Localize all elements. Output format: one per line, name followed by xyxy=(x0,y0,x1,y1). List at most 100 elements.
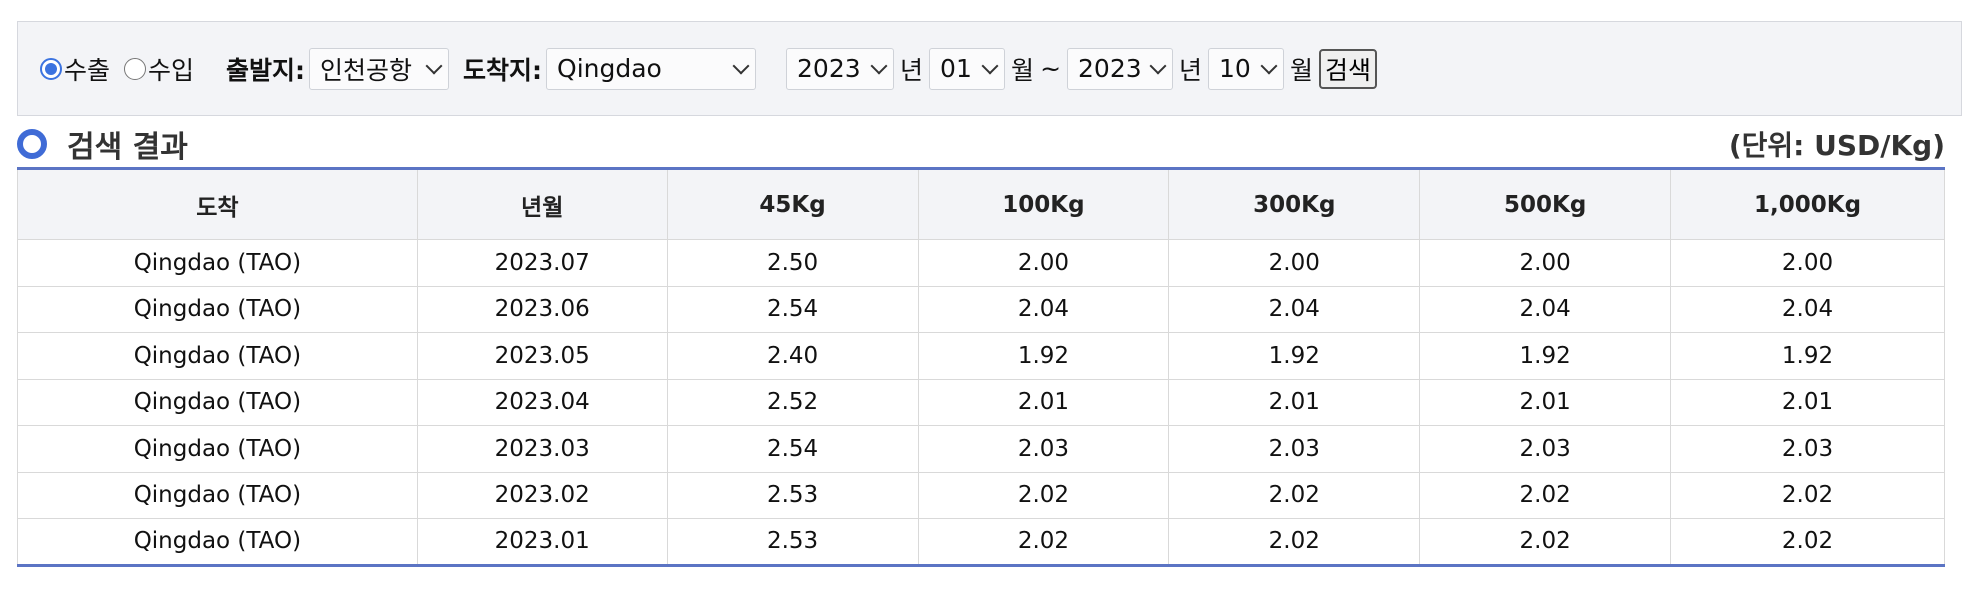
table-row: Qingdao (TAO) 2023.04 2.52 2.01 2.01 2.0… xyxy=(17,378,1945,426)
table-cell: 2.00 xyxy=(1168,239,1421,287)
table-cell: 1.92 xyxy=(917,332,1170,380)
destination-select[interactable]: Qingdao xyxy=(546,47,757,90)
column-header: 300Kg xyxy=(1168,168,1421,240)
table-cell: 2.53 xyxy=(666,518,919,566)
chevron-down-icon xyxy=(1149,57,1167,74)
search-button[interactable]: 검색 xyxy=(1319,48,1378,89)
circle-bullet-icon xyxy=(17,129,47,159)
table-cell: 2.01 xyxy=(1168,378,1421,426)
table-cell: 2.54 xyxy=(666,285,919,333)
table-cell: 2.52 xyxy=(666,378,919,426)
table-cell: Qingdao (TAO) xyxy=(17,239,418,287)
table-header-row: 도착 년월 45Kg 100Kg 300Kg 500Kg 1,000Kg xyxy=(17,168,1945,240)
table-cell: 2.04 xyxy=(1670,285,1945,333)
table-cell: 2023.02 xyxy=(416,471,668,519)
radio-export-label: 수출 xyxy=(64,55,111,85)
table-cell: 2.40 xyxy=(666,332,919,380)
table-cell: 2023.04 xyxy=(416,378,668,426)
column-header: 100Kg xyxy=(917,168,1170,240)
table-cell: 2.50 xyxy=(666,239,919,287)
table-cell: 2023.03 xyxy=(416,425,668,473)
table-row: Qingdao (TAO) 2023.07 2.50 2.00 2.00 2.0… xyxy=(17,239,1945,287)
table-cell: Qingdao (TAO) xyxy=(17,425,418,473)
table-cell: 2.00 xyxy=(917,239,1170,287)
end-month-unit: 월 xyxy=(1290,55,1314,85)
start-year-value: 2023 xyxy=(797,54,861,83)
chevron-down-icon xyxy=(732,57,750,74)
table-row: Qingdao (TAO) 2023.01 2.53 2.02 2.02 2.0… xyxy=(17,518,1945,566)
table-cell: 2.01 xyxy=(917,378,1170,426)
column-header: 도착 xyxy=(17,168,418,240)
radio-import-circle[interactable] xyxy=(124,57,147,80)
radio-export[interactable]: 수출 xyxy=(40,51,110,87)
table-cell: 2.04 xyxy=(1419,285,1672,333)
table-cell: 2023.06 xyxy=(416,285,668,333)
unit-label: (단위: USD/Kg) xyxy=(1728,129,1945,162)
table-cell: 2.03 xyxy=(917,425,1170,473)
table-cell: 2.00 xyxy=(1419,239,1672,287)
table-cell: 2.02 xyxy=(1168,471,1421,519)
results-table: 도착 년월 45Kg 100Kg 300Kg 500Kg 1,000Kg Qin… xyxy=(17,167,1945,567)
results-title-text: 검색 결과 xyxy=(67,130,188,165)
start-year-select[interactable]: 2023 xyxy=(786,47,895,90)
destination-label: 도착지: xyxy=(463,55,543,85)
chevron-down-icon xyxy=(425,57,443,74)
column-header: 1,000Kg xyxy=(1670,168,1945,240)
radio-import-label: 수입 xyxy=(148,55,195,85)
table-cell: Qingdao (TAO) xyxy=(17,471,418,519)
chevron-down-icon xyxy=(1260,57,1278,74)
table-cell: 2.02 xyxy=(1670,518,1945,566)
table-cell: 1.92 xyxy=(1168,332,1421,380)
table-cell: 2.02 xyxy=(1419,518,1672,566)
table-cell: 2.04 xyxy=(917,285,1170,333)
origin-select-value: 인천공항 xyxy=(320,55,413,85)
table-cell: 2.01 xyxy=(1670,378,1945,426)
start-month-unit: 월 xyxy=(1011,55,1035,85)
end-month-select[interactable]: 10 xyxy=(1208,47,1285,90)
end-month-value: 10 xyxy=(1219,54,1251,83)
table-cell: 2.02 xyxy=(1419,471,1672,519)
range-separator: ~ xyxy=(1040,54,1062,83)
table-cell: 2.02 xyxy=(1168,518,1421,566)
table-cell: 2.02 xyxy=(917,471,1170,519)
table-cell: 2023.01 xyxy=(416,518,668,566)
column-header: 500Kg xyxy=(1419,168,1672,240)
start-month-value: 01 xyxy=(940,54,972,83)
trade-type-radio-group: 수출 수입 xyxy=(40,51,208,87)
end-year-unit: 년 xyxy=(1179,55,1203,85)
table-cell: 2.04 xyxy=(1168,285,1421,333)
chevron-down-icon xyxy=(870,57,888,74)
table-row: Qingdao (TAO) 2023.02 2.53 2.02 2.02 2.0… xyxy=(17,471,1945,519)
table-cell: Qingdao (TAO) xyxy=(17,332,418,380)
column-header: 년월 xyxy=(416,168,668,240)
origin-label: 출발지: xyxy=(226,55,306,85)
table-cell: 2.54 xyxy=(666,425,919,473)
start-month-select[interactable]: 01 xyxy=(929,47,1006,90)
chevron-down-icon xyxy=(981,57,999,74)
table-cell: 2023.07 xyxy=(416,239,668,287)
table-cell: 2.53 xyxy=(666,471,919,519)
table-cell: 2.03 xyxy=(1670,425,1945,473)
radio-export-circle[interactable] xyxy=(40,57,62,80)
radio-import[interactable]: 수입 xyxy=(124,51,194,87)
table-cell: Qingdao (TAO) xyxy=(17,378,418,426)
table-cell: 2.03 xyxy=(1168,425,1421,473)
search-bar: 수출 수입 출발지: 인천공항 도착지: Qingdao 2023 년 01 월… xyxy=(17,21,1962,116)
table-row: Qingdao (TAO) 2023.06 2.54 2.04 2.04 2.0… xyxy=(17,285,1945,333)
table-cell: 1.92 xyxy=(1419,332,1672,380)
table-cell: 2.01 xyxy=(1419,378,1672,426)
origin-select[interactable]: 인천공항 xyxy=(309,47,450,90)
table-cell: 2.02 xyxy=(1670,471,1945,519)
table-cell: 2023.05 xyxy=(416,332,668,380)
table-cell: Qingdao (TAO) xyxy=(17,518,418,566)
table-cell: 2.02 xyxy=(917,518,1170,566)
start-year-unit: 년 xyxy=(900,55,924,85)
table-row: Qingdao (TAO) 2023.05 2.40 1.92 1.92 1.9… xyxy=(17,332,1945,380)
end-year-select[interactable]: 2023 xyxy=(1067,47,1174,90)
table-cell: Qingdao (TAO) xyxy=(17,285,418,333)
results-header: 검색 결과 (단위: USD/Kg) xyxy=(17,121,1945,167)
table-cell: 1.92 xyxy=(1670,332,1945,380)
table-cell: 2.03 xyxy=(1419,425,1672,473)
column-header: 45Kg xyxy=(666,168,919,240)
results-title: 검색 결과 xyxy=(17,122,188,166)
